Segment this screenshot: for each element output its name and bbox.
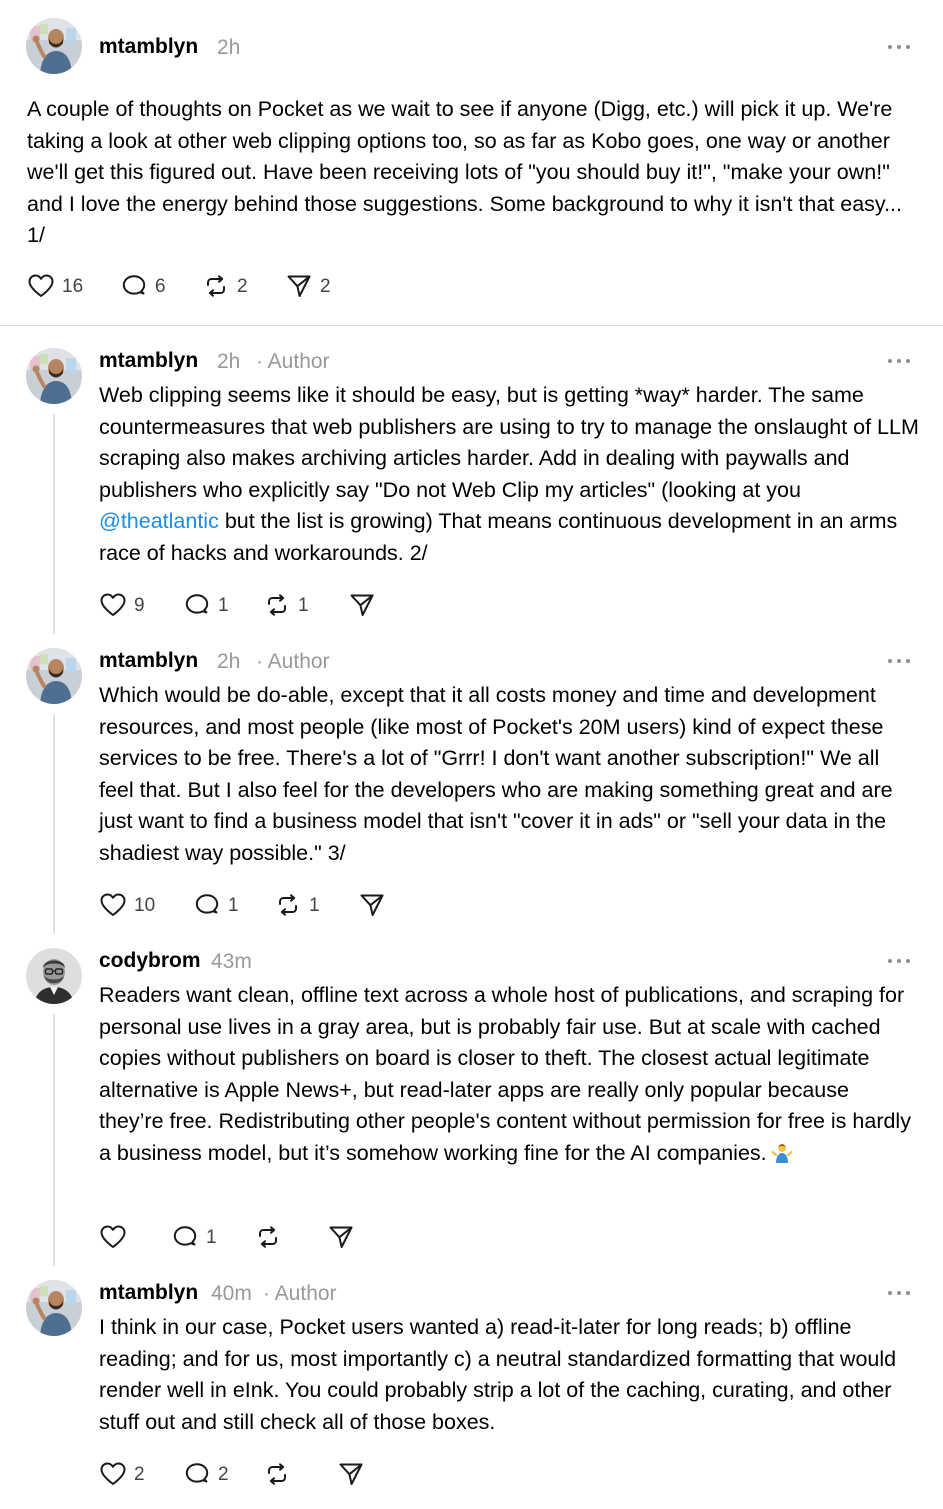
- like-button[interactable]: 16: [27, 272, 83, 300]
- share-button[interactable]: [337, 1460, 365, 1488]
- repost-count: 2: [237, 275, 248, 297]
- avatar-image: [26, 648, 82, 704]
- username[interactable]: mtamblyn: [99, 350, 198, 371]
- post-text: I think in our case, Pocket users wanted…: [99, 1315, 897, 1434]
- reply-button[interactable]: 1: [171, 1223, 217, 1251]
- more-options-icon[interactable]: [888, 657, 910, 665]
- person-shrugging-emoji: [771, 1143, 793, 1163]
- avatar-image: [26, 1280, 82, 1336]
- repost-icon: [263, 1460, 291, 1488]
- reply-button[interactable]: 2: [183, 1460, 229, 1488]
- thread-line: [53, 714, 55, 934]
- repost-icon: [263, 591, 291, 619]
- post-text-part: but the list is growing) That means cont…: [99, 509, 898, 565]
- repost-button[interactable]: 2: [202, 272, 248, 300]
- thread-line: [53, 414, 55, 634]
- share-icon: [337, 1460, 365, 1488]
- avatar-image: [26, 948, 82, 1004]
- share-button[interactable]: [358, 891, 386, 919]
- comment-icon: [193, 891, 221, 919]
- like-button[interactable]: 9: [99, 591, 145, 619]
- repost-icon: [254, 1223, 282, 1251]
- heart-icon: [99, 591, 127, 619]
- reply-count: 1: [228, 894, 239, 916]
- reply-count: 6: [155, 275, 166, 297]
- post-time: 43m: [211, 950, 252, 973]
- avatar[interactable]: [26, 18, 82, 74]
- share-icon: [327, 1223, 355, 1251]
- heart-icon: [99, 1223, 127, 1251]
- avatar-image: [26, 348, 82, 404]
- author-badge: · Author: [256, 350, 330, 373]
- username[interactable]: mtamblyn: [99, 1282, 198, 1303]
- comment-icon: [183, 1460, 211, 1488]
- author-badge: · Author: [263, 1282, 337, 1305]
- post-text: Readers want clean, offline text across …: [99, 980, 919, 1169]
- username[interactable]: mtamblyn: [99, 650, 198, 671]
- reply-count: 1: [206, 1226, 217, 1248]
- repost-button[interactable]: 1: [274, 891, 320, 919]
- username[interactable]: codybrom: [99, 950, 201, 971]
- like-count: 16: [62, 275, 84, 297]
- avatar-image: [26, 18, 82, 74]
- repost-button[interactable]: [254, 1223, 282, 1251]
- repost-button[interactable]: [263, 1460, 291, 1488]
- more-options-icon[interactable]: [888, 957, 910, 965]
- comment-icon: [120, 272, 148, 300]
- heart-icon: [99, 891, 127, 919]
- comment-icon: [171, 1223, 199, 1251]
- repost-button[interactable]: 1: [263, 591, 309, 619]
- avatar[interactable]: [26, 948, 82, 1004]
- comment-icon: [183, 591, 211, 619]
- author-badge: · Author: [256, 650, 330, 673]
- like-count: 9: [134, 594, 145, 616]
- share-count: 2: [320, 275, 331, 297]
- like-count: 2: [134, 1463, 145, 1485]
- heart-icon: [99, 1460, 127, 1488]
- post-time: 40m: [211, 1282, 252, 1305]
- like-button[interactable]: 10: [99, 891, 155, 919]
- repost-icon: [202, 272, 230, 300]
- repost-icon: [274, 891, 302, 919]
- username[interactable]: mtamblyn: [99, 36, 198, 57]
- post-text: A couple of thoughts on Pocket as we wai…: [27, 97, 902, 247]
- post-time: 2h: [217, 350, 241, 373]
- like-count: 10: [134, 894, 156, 916]
- post-text-part: Web clipping seems like it should be eas…: [99, 383, 919, 502]
- share-button[interactable]: 2: [285, 272, 331, 300]
- like-button[interactable]: 2: [99, 1460, 145, 1488]
- repost-count: 1: [298, 594, 309, 616]
- more-options-icon[interactable]: [888, 1289, 910, 1297]
- post-time: 2h: [217, 650, 241, 673]
- reply-count: 2: [218, 1463, 229, 1485]
- share-button[interactable]: [348, 591, 376, 619]
- post-text: Which would be do-able, except that it a…: [99, 683, 893, 865]
- repost-count: 1: [309, 894, 320, 916]
- post-time: 2h: [217, 36, 241, 59]
- avatar[interactable]: [26, 348, 82, 404]
- divider: [0, 325, 943, 326]
- share-icon: [358, 891, 386, 919]
- share-icon: [285, 272, 313, 300]
- thread-line: [53, 1014, 55, 1266]
- post-text-part: Readers want clean, offline text across …: [99, 983, 911, 1165]
- like-button[interactable]: [99, 1223, 127, 1251]
- more-options-icon[interactable]: [888, 43, 910, 51]
- heart-icon: [27, 272, 55, 300]
- reply-button[interactable]: 6: [120, 272, 166, 300]
- more-options-icon[interactable]: [888, 357, 910, 365]
- avatar[interactable]: [26, 648, 82, 704]
- mention-link[interactable]: @theatlantic: [99, 509, 219, 533]
- reply-button[interactable]: 1: [183, 591, 229, 619]
- post-text: Web clipping seems like it should be eas…: [99, 380, 919, 569]
- reply-button[interactable]: 1: [193, 891, 239, 919]
- avatar[interactable]: [26, 1280, 82, 1336]
- reply-count: 1: [218, 594, 229, 616]
- share-button[interactable]: [327, 1223, 355, 1251]
- share-icon: [348, 591, 376, 619]
